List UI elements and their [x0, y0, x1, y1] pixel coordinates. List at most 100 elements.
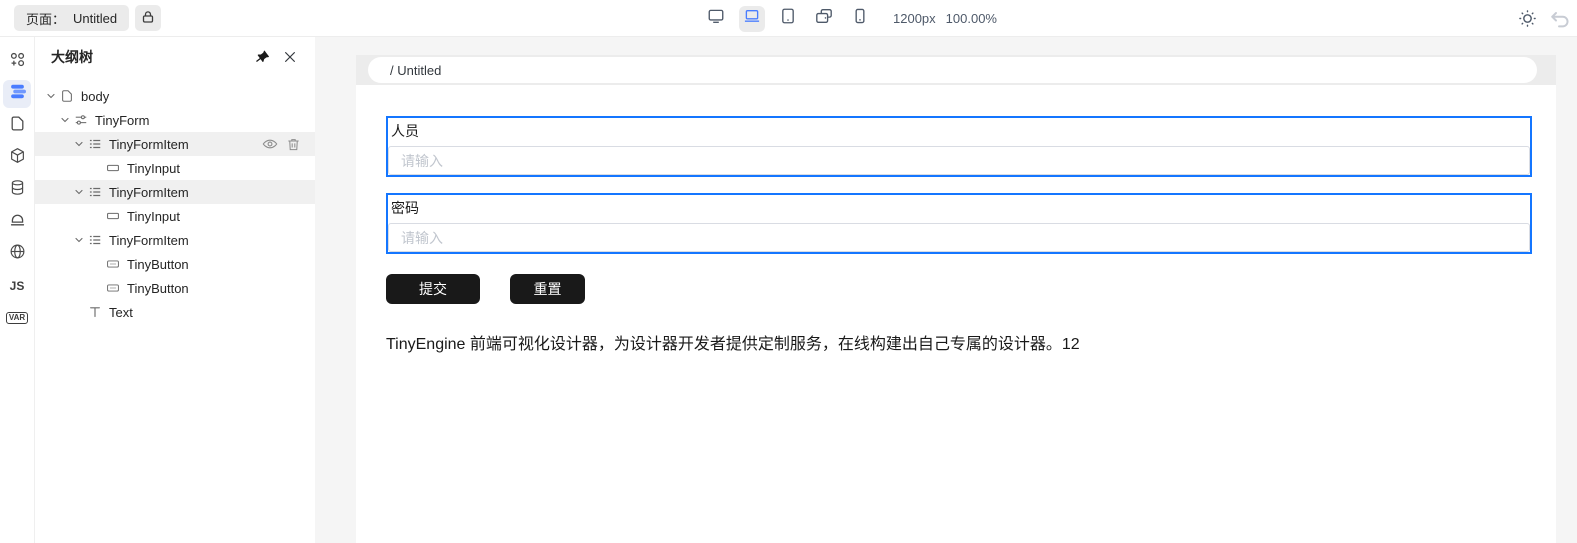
sidebar-item-outline-tree[interactable] [3, 80, 31, 108]
database-icon [9, 179, 26, 201]
main-area: JS VAR 大纲树 body TinyForm TinyFormItem Ti… [0, 37, 1577, 543]
canvas-page: / Untitled 人员 密码 提交 重置 [356, 55, 1556, 543]
chevron-down-icon[interactable] [71, 184, 87, 200]
input-node-icon [105, 160, 121, 176]
input-node-icon [105, 208, 121, 224]
form-item-node-icon [87, 232, 103, 248]
theme-brightness-button[interactable] [1518, 9, 1537, 28]
sidebar-item-block[interactable] [3, 144, 31, 172]
pin-button[interactable] [252, 47, 272, 67]
activity-bar: JS VAR [0, 37, 35, 543]
desktop-icon [707, 7, 725, 30]
tree-row-tinyinput-1[interactable]: TinyInput [35, 156, 315, 180]
tree-node-label: TinyFormItem [109, 232, 189, 248]
block-cube-icon [9, 147, 26, 169]
sidebar-item-js[interactable]: JS [3, 272, 31, 300]
tree-row-tinybutton-2[interactable]: TinyButton [35, 276, 315, 300]
sidebar-item-state-variables[interactable]: VAR [3, 304, 31, 332]
materials-icon [9, 51, 26, 73]
tree-node-label: TinyForm [95, 112, 150, 128]
tree-node-label: body [81, 88, 110, 104]
button-node-icon [105, 280, 121, 296]
tree-row-tinybutton-1[interactable]: TinyButton [35, 252, 315, 276]
tree-node-label: TinyInput [127, 208, 180, 224]
chevron-down-icon[interactable] [71, 232, 87, 248]
toolbar-left: 页面： Untitled [0, 5, 162, 31]
phone-icon [851, 7, 869, 30]
button-node-icon [105, 256, 121, 272]
form-node-icon [73, 112, 89, 128]
password-input[interactable] [388, 223, 1530, 252]
close-panel-button[interactable] [280, 47, 300, 67]
sidebar-item-data-source[interactable] [3, 176, 31, 204]
text-node[interactable]: TinyEngine 前端可视化设计器，为设计器开发者提供定制服务，在线构建出自… [386, 330, 1532, 354]
tree-node-label: Text [109, 304, 133, 320]
breadcrumb-band: / Untitled [356, 55, 1556, 85]
rotate-screen-icon [815, 7, 833, 30]
js-icon: JS [9, 279, 25, 293]
form-item-selected-1[interactable]: 人员 [386, 116, 1532, 177]
device-rotate-button[interactable] [811, 6, 837, 32]
form-item-node-icon [87, 136, 103, 152]
tree-row-tinyformitem-2[interactable]: TinyFormItem [35, 180, 315, 204]
device-phone-button[interactable] [847, 6, 873, 32]
tree-node-label: TinyFormItem [109, 184, 189, 200]
form-item-selected-2[interactable]: 密码 [386, 193, 1532, 254]
delete-trash-icon[interactable] [286, 137, 301, 152]
tree-row-text[interactable]: Text [35, 300, 315, 324]
chevron-down-icon[interactable] [43, 88, 59, 104]
reset-button[interactable]: 重置 [510, 274, 585, 304]
outline-panel: 大纲树 body TinyForm TinyFormItem TinyInput… [35, 37, 315, 543]
panel-title: 大纲树 [51, 49, 93, 65]
tree-row-body[interactable]: body [35, 84, 315, 108]
personnel-input[interactable] [388, 146, 1530, 175]
text-node-icon [87, 304, 103, 320]
tree-row-actions [262, 136, 315, 152]
viewport-width-value: 1200px [893, 11, 936, 26]
breadcrumb[interactable]: / Untitled [368, 57, 1537, 83]
tree-row-tinyinput-2[interactable]: TinyInput [35, 204, 315, 228]
outline-tree-icon [9, 83, 26, 105]
chevron-down-icon[interactable] [57, 112, 73, 128]
globe-icon [9, 243, 26, 265]
visibility-eye-icon[interactable] [262, 136, 278, 152]
tree-row-tinyform[interactable]: TinyForm [35, 108, 315, 132]
viewport-controls: 1200px 100.00% [703, 0, 997, 37]
tablet-portrait-icon [779, 7, 797, 30]
bridge-icon [9, 211, 26, 233]
sidebar-item-bridge[interactable] [3, 208, 31, 236]
zoom-level-value: 100.00% [945, 11, 997, 26]
designer-app: 页面： Untitled 1200px 100.00% JS VAR 大纲树 b… [0, 0, 1577, 543]
device-laptop-button[interactable] [739, 5, 765, 32]
toolbar-right [1518, 0, 1573, 37]
outline-tree: body TinyForm TinyFormItem TinyInput Tin… [35, 77, 315, 324]
breadcrumb-text: / Untitled [390, 62, 442, 78]
page-chip-label: 页面： [26, 11, 66, 27]
undo-button[interactable] [1547, 7, 1571, 31]
laptop-icon [743, 7, 761, 30]
tree-row-tinyformitem-1[interactable]: TinyFormItem [35, 132, 315, 156]
page-icon [9, 115, 26, 137]
page-chip-name: Untitled [73, 10, 118, 26]
tree-node-label: TinyButton [127, 280, 189, 296]
device-desktop-button[interactable] [703, 6, 729, 32]
tree-node-label: TinyFormItem [109, 136, 189, 152]
lock-icon [140, 9, 156, 28]
tree-node-label: TinyInput [127, 160, 180, 176]
lock-button[interactable] [135, 5, 162, 31]
tree-row-tinyformitem-3[interactable]: TinyFormItem [35, 228, 315, 252]
chevron-down-icon[interactable] [71, 136, 87, 152]
form-button-row: 提交 重置 [386, 274, 1532, 304]
sidebar-item-i18n[interactable] [3, 240, 31, 268]
field-label: 人员 [391, 123, 419, 139]
page-body: 人员 密码 提交 重置 TinyEngine 前端可视化设计器，为设计器开发者提… [356, 85, 1556, 354]
sidebar-item-page[interactable] [3, 112, 31, 140]
sidebar-item-materials[interactable] [3, 48, 31, 76]
page-node-icon [59, 88, 75, 104]
tree-node-label: TinyButton [127, 256, 189, 272]
outline-panel-header: 大纲树 [35, 37, 315, 77]
submit-button[interactable]: 提交 [386, 274, 480, 304]
device-tablet-portrait-button[interactable] [775, 6, 801, 32]
page-chip[interactable]: 页面： Untitled [14, 5, 130, 31]
design-canvas: / Untitled 人员 密码 提交 重置 [315, 37, 1577, 543]
